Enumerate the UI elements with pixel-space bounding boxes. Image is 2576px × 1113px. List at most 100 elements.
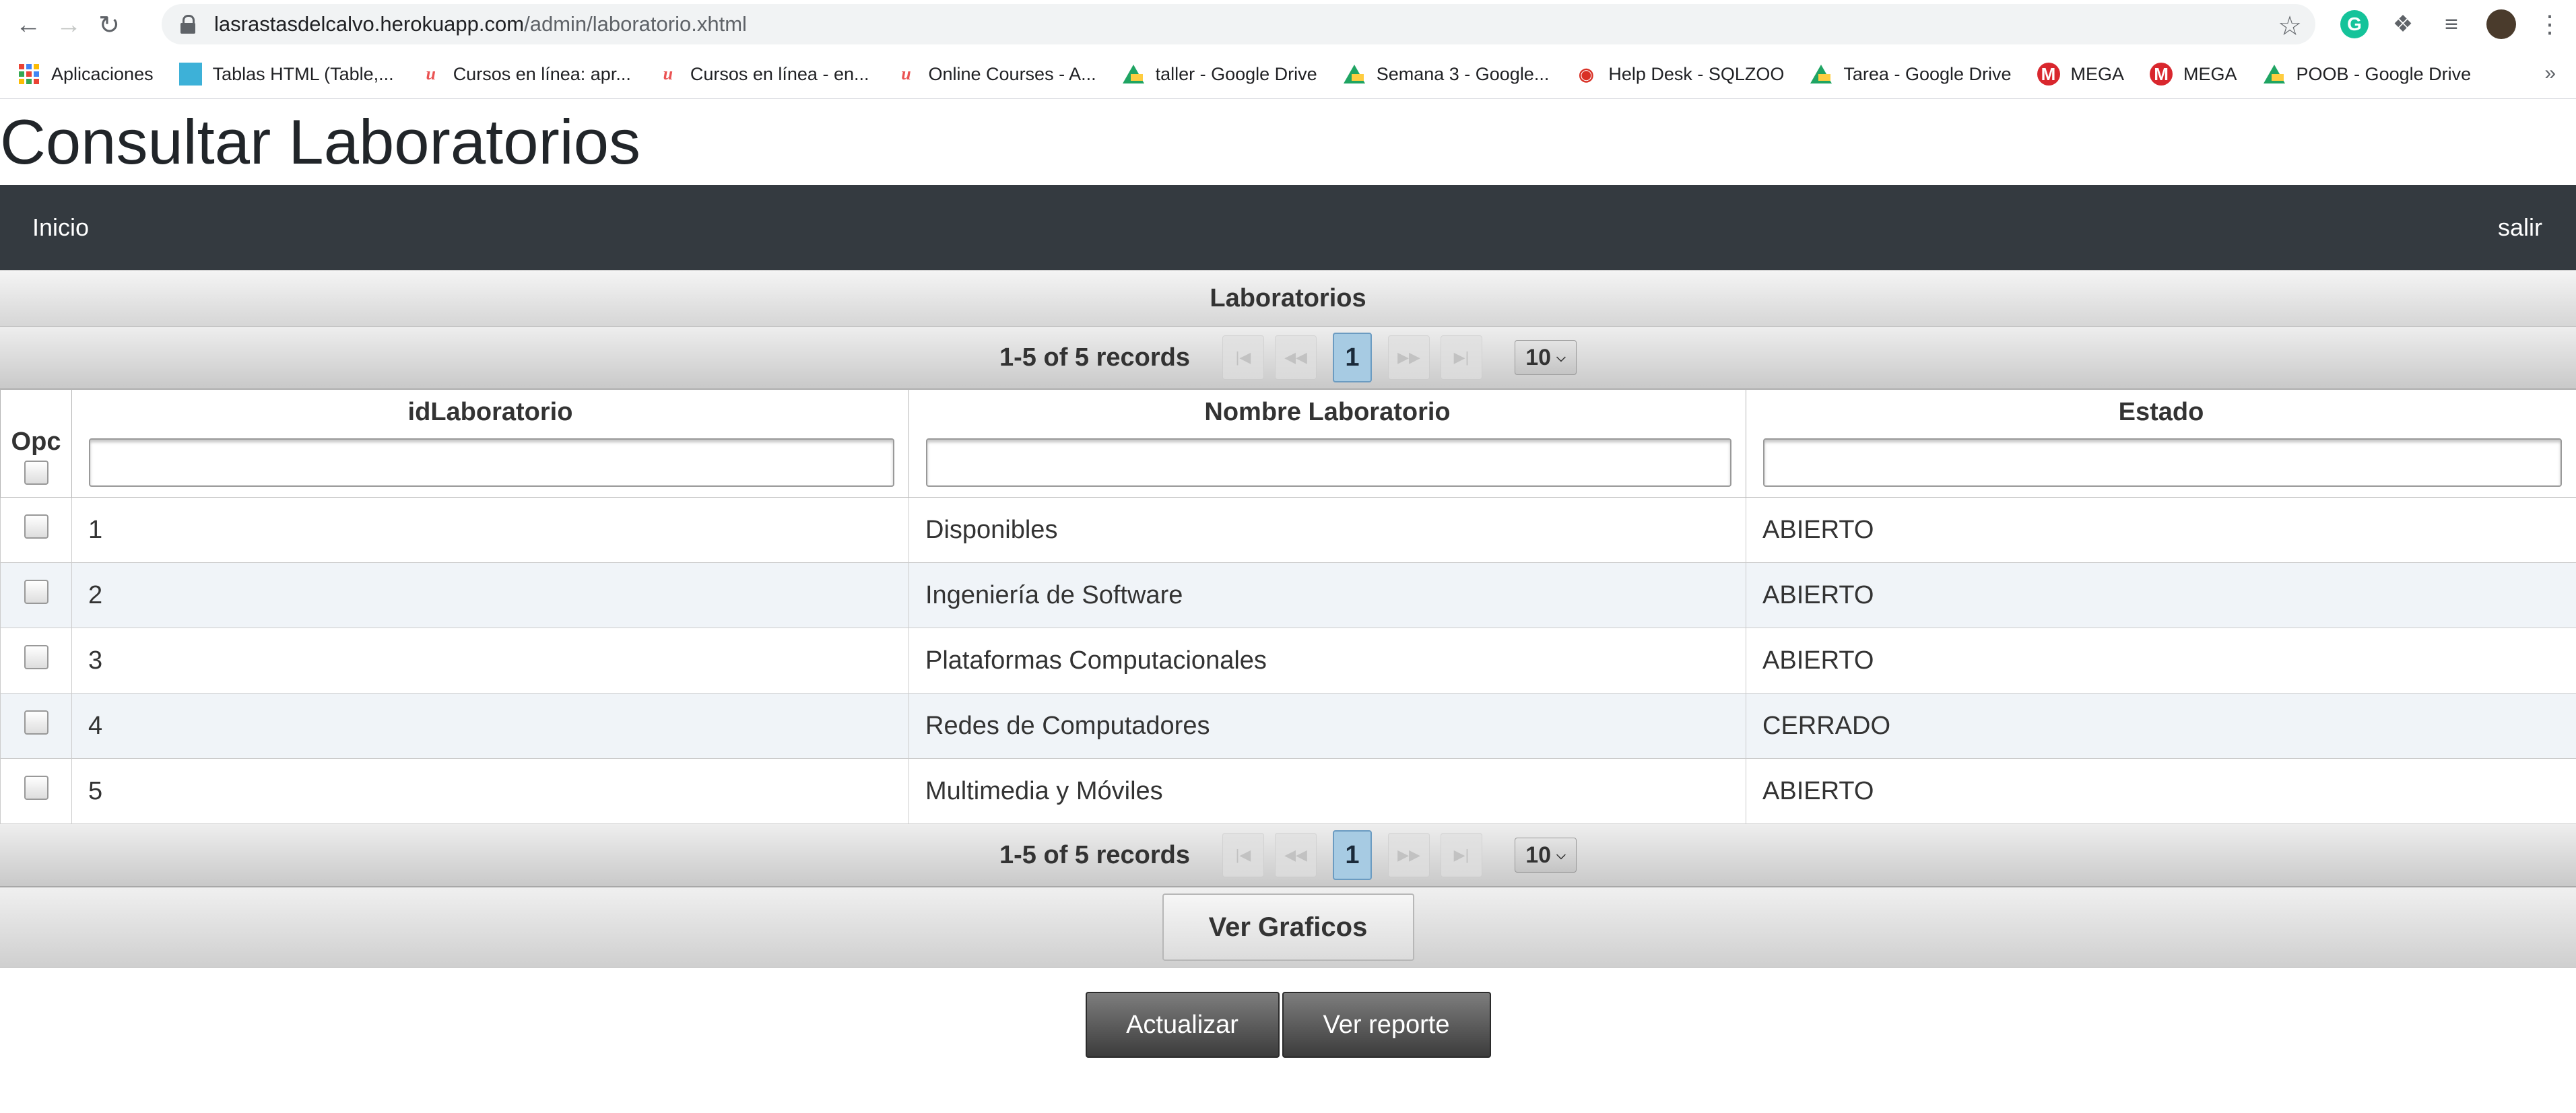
name-filter-input[interactable] bbox=[926, 438, 1731, 487]
bookmark-mega-1[interactable]: M MEGA bbox=[2037, 63, 2124, 86]
view-report-button[interactable]: Ver reporte bbox=[1282, 992, 1491, 1058]
rows-per-page-select[interactable]: 10 ⌵ bbox=[1515, 838, 1577, 873]
bookmarks-bar: Aplicaciones Tablas HTML (Table,... u Cu… bbox=[0, 50, 2576, 99]
top-paginator: 1-5 of 5 records |◀ ◀◀ 1 ▶▶ ▶| 10 ⌵ bbox=[0, 327, 2576, 389]
cell-id: 3 bbox=[71, 628, 909, 694]
column-header-id: idLaboratorio bbox=[71, 389, 909, 498]
bookmark-sqlzoo[interactable]: ◉ Help Desk - SQLZOO bbox=[1575, 63, 1784, 86]
google-drive-icon bbox=[1122, 63, 1145, 86]
cell-id: 4 bbox=[71, 693, 909, 759]
bookmark-udemy-2[interactable]: u Cursos en línea - en... bbox=[657, 63, 869, 86]
udemy-icon: u bbox=[901, 64, 911, 83]
cell-status: CERRADO bbox=[1746, 693, 2576, 759]
page-number-button[interactable]: 1 bbox=[1333, 333, 1372, 382]
cell-status: ABIERTO bbox=[1746, 497, 2576, 563]
media-queue-icon[interactable]: ≡ bbox=[2433, 5, 2470, 43]
update-button[interactable]: Actualizar bbox=[1085, 992, 1280, 1058]
cell-name: Redes de Computadores bbox=[909, 693, 1746, 759]
forward-arrow-icon[interactable]: → bbox=[48, 5, 89, 45]
cell-name: Ingeniería de Software bbox=[909, 562, 1746, 628]
nav-home-link[interactable]: Inicio bbox=[32, 213, 89, 242]
table-row[interactable]: 1 Disponibles ABIERTO bbox=[0, 497, 2576, 563]
rows-per-page-select[interactable]: 10 ⌵ bbox=[1515, 340, 1577, 375]
chevron-down-icon: ⌵ bbox=[1556, 848, 1566, 862]
cell-id: 5 bbox=[71, 758, 909, 824]
column-header-status: Estado bbox=[1746, 389, 2576, 498]
row-checkbox[interactable] bbox=[24, 645, 48, 669]
more-bookmarks-icon[interactable]: » bbox=[2544, 62, 2556, 85]
kebab-menu-icon[interactable]: ⋮ bbox=[2531, 5, 2569, 43]
next-page-icon[interactable]: ▶▶ bbox=[1388, 335, 1430, 380]
cell-id: 1 bbox=[71, 497, 909, 563]
bookmark-tablas-html[interactable]: Tablas HTML (Table,... bbox=[178, 63, 394, 86]
column-header-name: Nombre Laboratorio bbox=[909, 389, 1746, 498]
bookmark-udemy-3[interactable]: u Online Courses - A... bbox=[894, 63, 1096, 86]
first-page-icon[interactable]: |◀ bbox=[1222, 335, 1264, 380]
status-filter-input[interactable] bbox=[1763, 438, 2562, 487]
cell-status: ABIERTO bbox=[1746, 758, 2576, 824]
back-arrow-icon[interactable]: ← bbox=[8, 5, 48, 45]
table-caption: Laboratorios bbox=[0, 270, 2576, 327]
lock-icon bbox=[180, 15, 195, 34]
next-page-icon[interactable]: ▶▶ bbox=[1388, 833, 1430, 877]
cell-name: Disponibles bbox=[909, 497, 1746, 563]
select-all-checkbox[interactable] bbox=[24, 461, 48, 485]
bookmark-semana3-drive[interactable]: Semana 3 - Google... bbox=[1343, 63, 1549, 86]
apps-icon bbox=[18, 63, 40, 86]
page-number-button[interactable]: 1 bbox=[1333, 830, 1372, 880]
first-page-icon[interactable]: |◀ bbox=[1222, 833, 1264, 877]
bottom-paginator: 1-5 of 5 records |◀ ◀◀ 1 ▶▶ ▶| 10 ⌵ bbox=[0, 824, 2576, 887]
bookmark-udemy-1[interactable]: u Cursos en línea: apr... bbox=[420, 63, 630, 86]
google-drive-icon bbox=[1343, 63, 1366, 86]
records-count: 1-5 of 5 records bbox=[999, 840, 1190, 869]
row-checkbox[interactable] bbox=[24, 514, 48, 539]
nav-logout-link[interactable]: salir bbox=[2498, 213, 2542, 242]
row-checkbox[interactable] bbox=[24, 580, 48, 604]
bookmark-star-icon[interactable]: ☆ bbox=[2278, 11, 2302, 42]
laboratorios-table: Opc idLaboratorio Nombre Laboratorio Est… bbox=[0, 389, 2576, 824]
address-bar[interactable]: lasrastasdelcalvo.herokuapp.com/admin/la… bbox=[162, 4, 2315, 44]
url-text[interactable]: lasrastasdelcalvo.herokuapp.com/admin/la… bbox=[214, 12, 747, 36]
bookmark-taller-drive[interactable]: taller - Google Drive bbox=[1122, 63, 1317, 86]
reload-icon[interactable]: ↻ bbox=[89, 5, 129, 45]
graphs-toolbar: Ver Graficos bbox=[0, 887, 2576, 968]
bookmark-tarea-drive[interactable]: Tarea - Google Drive bbox=[1810, 63, 2012, 86]
row-checkbox[interactable] bbox=[24, 776, 48, 800]
udemy-icon: u bbox=[663, 64, 673, 83]
grammarly-icon[interactable]: G bbox=[2336, 5, 2373, 43]
table-row[interactable]: 4 Redes de Computadores CERRADO bbox=[0, 693, 2576, 759]
cell-status: ABIERTO bbox=[1746, 628, 2576, 694]
google-drive-icon bbox=[1810, 63, 1832, 86]
table-row[interactable]: 2 Ingeniería de Software ABIERTO bbox=[0, 562, 2576, 628]
id-filter-input[interactable] bbox=[89, 438, 894, 487]
mega-icon: M bbox=[2150, 63, 2173, 86]
sqlzoo-icon: ◉ bbox=[1579, 63, 1594, 84]
table-row[interactable]: 3 Plataformas Computacionales ABIERTO bbox=[0, 628, 2576, 694]
top-navbar: Inicio salir bbox=[0, 185, 2576, 270]
table-icon bbox=[178, 63, 202, 86]
action-buttons: Actualizar Ver reporte bbox=[0, 992, 2576, 1058]
prev-page-icon[interactable]: ◀◀ bbox=[1275, 335, 1317, 380]
browser-toolbar: ← → ↻ lasrastasdelcalvo.herokuapp.com/ad… bbox=[0, 0, 2576, 50]
row-checkbox[interactable] bbox=[24, 710, 48, 735]
last-page-icon[interactable]: ▶| bbox=[1441, 833, 1482, 877]
udemy-icon: u bbox=[426, 64, 436, 83]
extensions-puzzle-icon[interactable]: ❖ bbox=[2384, 5, 2422, 43]
prev-page-icon[interactable]: ◀◀ bbox=[1275, 833, 1317, 877]
records-count: 1-5 of 5 records bbox=[999, 343, 1190, 372]
cell-name: Multimedia y Móviles bbox=[909, 758, 1746, 824]
view-graphs-button[interactable]: Ver Graficos bbox=[1162, 893, 1414, 961]
cell-status: ABIERTO bbox=[1746, 562, 2576, 628]
column-header-opc: Opc bbox=[0, 389, 72, 498]
mega-icon: M bbox=[2037, 63, 2060, 86]
cell-id: 2 bbox=[71, 562, 909, 628]
bookmark-mega-2[interactable]: M MEGA bbox=[2150, 63, 2237, 86]
table-row[interactable]: 5 Multimedia y Móviles ABIERTO bbox=[0, 758, 2576, 824]
page-title: Consultar Laboratorios bbox=[0, 106, 640, 177]
chevron-down-icon: ⌵ bbox=[1556, 350, 1566, 364]
avatar[interactable] bbox=[2482, 5, 2520, 43]
last-page-icon[interactable]: ▶| bbox=[1441, 335, 1482, 380]
cell-name: Plataformas Computacionales bbox=[909, 628, 1746, 694]
bookmark-aplicaciones[interactable]: Aplicaciones bbox=[18, 63, 154, 86]
bookmark-poob-drive[interactable]: POOB - Google Drive bbox=[2263, 63, 2471, 86]
